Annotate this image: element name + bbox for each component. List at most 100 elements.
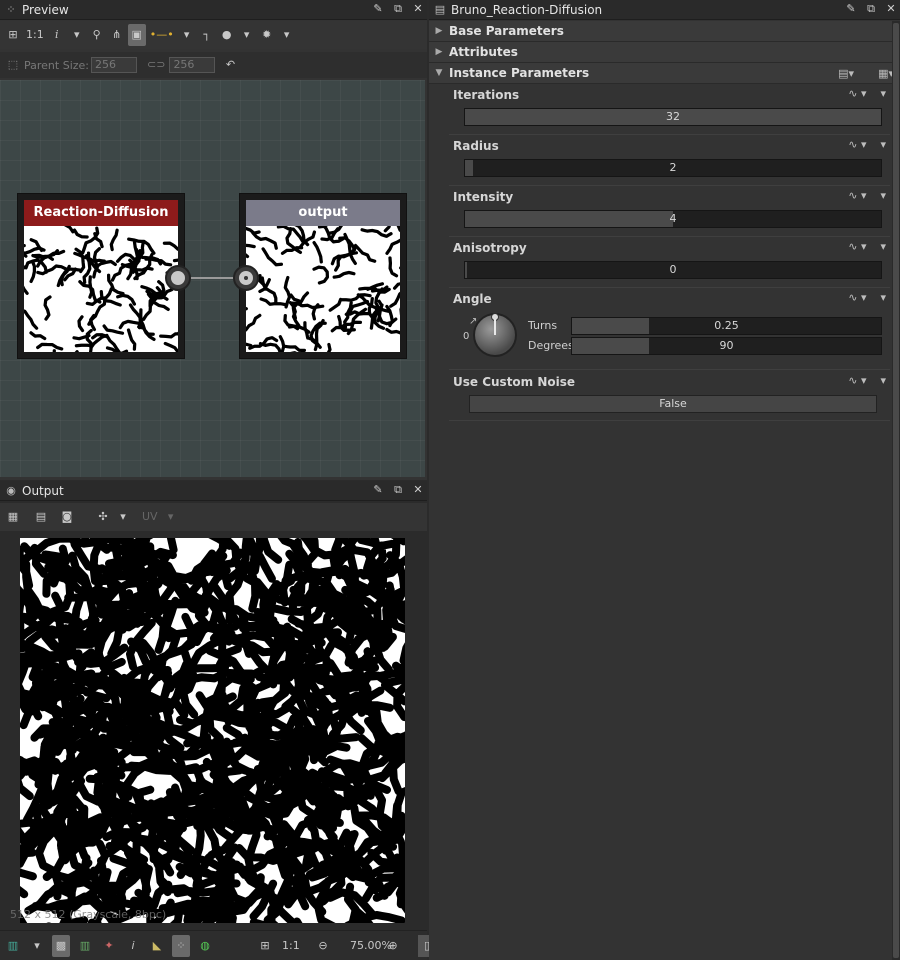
chevron-down-icon[interactable]: ▾ [278,24,296,46]
section-base-parameters[interactable]: ▶ Base Parameters [429,21,900,42]
turns-slider[interactable]: 0.25 [571,317,882,335]
divider [449,185,890,186]
section-instance-parameters[interactable]: ▼ Instance Parameters ▤▾ ▦▾ [429,63,900,84]
close-icon[interactable]: ✕ [884,2,898,16]
function-icon[interactable]: ∿ ▾ ▾ [848,291,886,304]
node-reaction-diffusion[interactable]: Reaction-Diffusion [17,193,185,359]
fit-icon[interactable]: ⊞ [256,935,274,957]
channels-icon[interactable]: ▦ [4,506,22,528]
color-mode-icon[interactable]: ▥ [4,935,22,957]
intensity-slider[interactable]: 4 [464,210,882,228]
bomb-icon[interactable]: ● [218,24,236,46]
section-attributes[interactable]: ▶ Attributes [429,42,900,63]
angle-dial[interactable] [473,313,517,357]
degrees-label: Degrees [528,339,574,352]
preview-titlebar: ⁘ Preview ✎ ⧉ ✕ [0,0,427,20]
graph-canvas[interactable]: Reaction-Diffusion output [0,80,425,477]
ratio-button[interactable]: 1:1 [24,24,46,46]
divider [449,134,890,135]
connection-line[interactable] [185,277,240,279]
divider [449,236,890,237]
zoom-in-icon[interactable]: ⊕ [384,935,402,957]
radius-label: Radius [453,139,499,153]
color-wheel-icon[interactable]: ◍ [196,935,214,957]
link-icon[interactable]: ⊂⊃ [145,54,167,76]
anisotropy-slider[interactable]: 0 [464,261,882,279]
float-icon[interactable]: ⧉ [391,2,405,16]
pin-icon[interactable]: ✎ [371,2,385,16]
dial-needle [494,319,496,335]
uv-button[interactable]: UV [140,506,160,528]
layout-icon[interactable]: ⋔ [108,24,126,46]
preview-panel: ⁘ Preview ✎ ⧉ ✕ ⊞ 1:1 i ▾ ⚲ ⋔ ▣ •—• ▾ ┐ … [0,0,427,480]
chevron-down-icon[interactable]: ▾ [68,24,86,46]
gradient-icon[interactable]: ▥ [76,935,94,957]
rgb-icon[interactable]: ⁘ [172,934,190,957]
output-port[interactable] [165,265,191,291]
node-output[interactable]: output [239,193,407,359]
document-icon: ▤ [434,2,446,16]
function-icon[interactable]: ∿ ▾ ▾ [848,240,886,253]
iterations-value: 32 [666,110,680,123]
parent-width-field[interactable]: 256 [91,57,137,73]
intensity-value: 4 [669,212,677,225]
anisotropy-label: Anisotropy [453,241,527,255]
scrollbar-thumb[interactable] [893,23,899,958]
input-port[interactable] [233,265,259,291]
chevron-down-icon[interactable]: ▾ [28,935,46,957]
parent-height-field[interactable]: 256 [169,57,216,73]
info-icon[interactable]: i [124,935,142,957]
function-icon[interactable]: ∿ ▾ ▾ [848,87,886,100]
camera-icon[interactable]: ◙ [58,506,76,528]
preset-icon[interactable]: ▤▾ [838,67,854,80]
section-label: Base Parameters [449,24,564,38]
chevron-down-icon[interactable]: ▾ [178,24,196,46]
frame-icon[interactable]: ▣ [127,24,146,46]
radius-slider[interactable]: 2 [464,159,882,177]
tiling-icon[interactable]: ✣ [94,506,112,528]
channel-mix-icon[interactable]: ✦ [100,935,118,957]
output-titlebar: ◉ Output ✎ ⧉ ✕ [0,481,427,501]
save-icon[interactable]: ▤ [32,506,50,528]
output-image[interactable] [20,538,405,923]
degrees-slider[interactable]: 90 [571,337,882,355]
float-icon[interactable]: ⧉ [391,483,405,497]
ratio-button[interactable]: 1:1 [280,935,300,957]
zoom-level: 75.00% [350,938,392,952]
info-button[interactable]: i [48,24,66,46]
search-icon[interactable]: ⚲ [88,24,106,46]
graph-toolbar: ⊞ 1:1 i ▾ ⚲ ⋔ ▣ •—• ▾ ┐ ● ▾ ✹ ▾ [0,21,427,49]
zoom-out-icon[interactable]: ⊖ [314,935,332,957]
parent-size-bar: ⬚ Parent Size: 256 ⊂⊃ 256 ↶ [0,52,427,78]
function-icon[interactable]: ∿ ▾ ▾ [848,374,886,387]
float-icon[interactable]: ⧉ [864,2,878,16]
fit-icon[interactable]: ⊞ [4,24,22,46]
node-thumbnail [246,226,400,352]
function-icon[interactable]: ∿ ▾ ▾ [848,189,886,202]
close-icon[interactable]: ✕ [411,2,425,16]
iterations-slider[interactable]: 32 [464,108,882,126]
gear-icon[interactable]: ✹ [258,24,276,46]
expand-icon: ▶ [435,47,443,57]
collapse-icon: ▼ [435,68,443,78]
pin-icon[interactable]: ✎ [844,2,858,16]
connector-icon[interactable]: ┐ [198,24,216,46]
histogram-icon[interactable]: ◣ [148,935,166,957]
custom-noise-toggle[interactable]: False [469,395,877,413]
pin-icon[interactable]: ✎ [371,483,385,497]
close-icon[interactable]: ✕ [411,483,425,497]
custom-noise-label: Use Custom Noise [453,375,576,389]
checker-icon[interactable]: ▩ [52,934,70,957]
view-bottom-bar: ▥ ▾ ▩ ▥ ✦ i ◣ ⁘ ◍ ⊞ 1:1 ⊖ 75.00% ⊕ ▯ [0,930,436,960]
preview-title: Preview [22,2,69,17]
reset-icon[interactable]: ↶ [221,54,239,76]
chevron-down-icon[interactable]: ▾ [114,506,132,528]
link-style-icon[interactable]: •—• [148,24,176,46]
function-icon[interactable]: ∿ ▾ ▾ [848,138,886,151]
scrollbar[interactable] [892,21,900,960]
chevron-down-icon[interactable]: ▾ [238,24,256,46]
radius-value: 2 [669,161,677,174]
parameters-title: Bruno_Reaction-Diffusion [451,2,603,17]
angle-dial-value: 0 [463,331,470,342]
parent-size-icon: ⬚ [7,58,19,71]
